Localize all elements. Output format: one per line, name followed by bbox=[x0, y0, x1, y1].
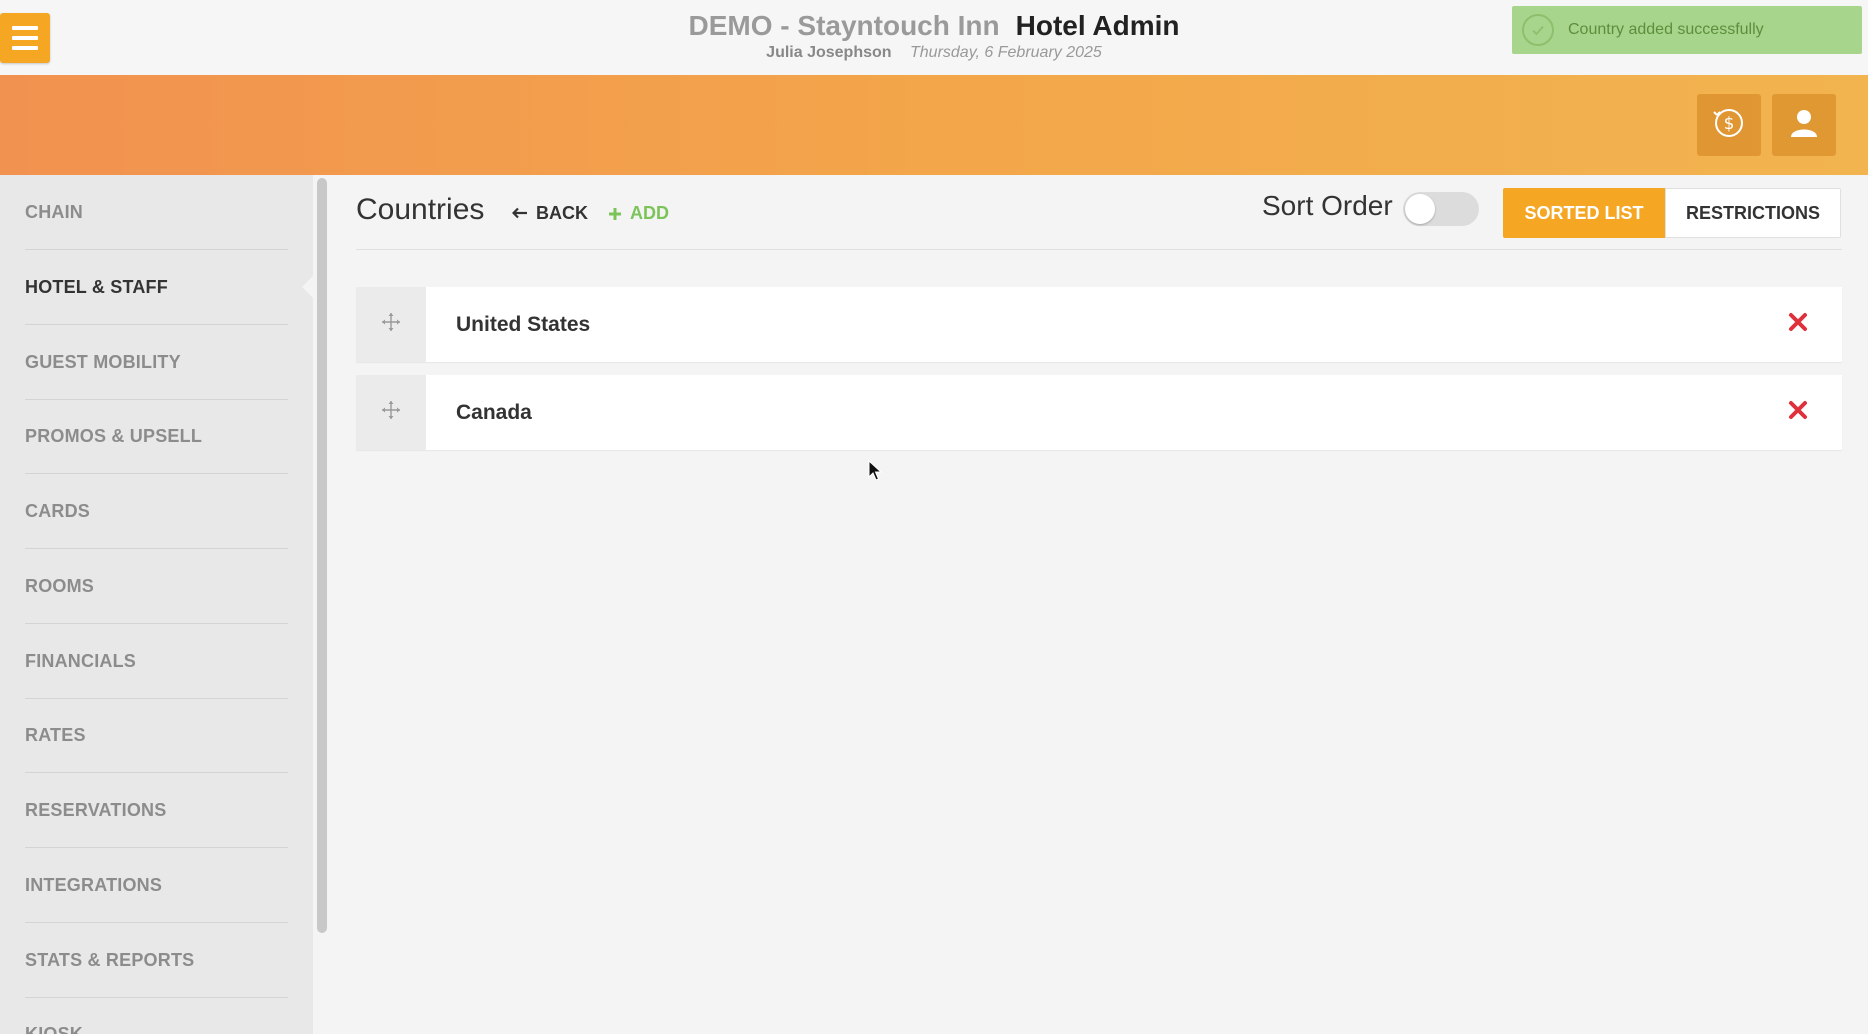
tab-restrictions[interactable]: RESTRICTIONS bbox=[1665, 188, 1841, 238]
sidebar: CHAIN HOTEL & STAFF GUEST MOBILITY PROMO… bbox=[0, 175, 313, 1034]
add-country-button[interactable]: ADD bbox=[608, 203, 669, 224]
add-label: ADD bbox=[630, 203, 669, 223]
sidebar-item-rooms[interactable]: ROOMS bbox=[25, 549, 288, 624]
country-row: United States bbox=[356, 287, 1842, 362]
user-name: Julia Josephson bbox=[766, 44, 892, 61]
sidebar-scrollbar-thumb[interactable] bbox=[317, 178, 327, 933]
sidebar-item-label: CHAIN bbox=[25, 201, 83, 222]
sidebar-item-rates[interactable]: RATES bbox=[25, 698, 288, 773]
main-content: Countries BACK ADD Sort Order SORTED LIS… bbox=[330, 175, 1868, 1034]
country-name: Canada bbox=[456, 400, 532, 424]
app-title: Hotel Admin bbox=[1015, 10, 1180, 41]
active-item-pointer bbox=[302, 276, 313, 298]
sidebar-item-label: RATES bbox=[25, 724, 86, 745]
svg-text:$: $ bbox=[1724, 114, 1735, 134]
hotel-name: DEMO - Stayntouch Inn bbox=[688, 10, 1000, 41]
back-button[interactable]: BACK bbox=[511, 203, 588, 224]
plus-icon bbox=[608, 205, 622, 223]
toast-message: Country added successfully bbox=[1568, 21, 1764, 38]
sidebar-item-integrations[interactable]: INTEGRATIONS bbox=[25, 848, 288, 923]
close-icon bbox=[1788, 400, 1808, 425]
sidebar-item-kiosk[interactable]: KIOSK bbox=[25, 997, 288, 1034]
mouse-cursor-icon bbox=[868, 459, 883, 487]
currency-button[interactable]: $ bbox=[1697, 94, 1761, 156]
check-circle-icon bbox=[1522, 14, 1554, 46]
sort-order-toggle[interactable] bbox=[1403, 192, 1479, 226]
success-toast: Country added successfully bbox=[1512, 6, 1862, 54]
sidebar-item-guest-mobility[interactable]: GUEST MOBILITY bbox=[25, 325, 288, 400]
drag-handle[interactable] bbox=[356, 287, 426, 362]
tab-sorted-list[interactable]: SORTED LIST bbox=[1503, 188, 1665, 238]
user-profile-button[interactable] bbox=[1772, 94, 1836, 156]
sidebar-item-label: FINANCIALS bbox=[25, 650, 136, 671]
sidebar-item-label: GUEST MOBILITY bbox=[25, 351, 181, 372]
close-icon bbox=[1788, 312, 1808, 337]
sidebar-item-label: STATS & REPORTS bbox=[25, 949, 195, 970]
move-icon bbox=[381, 400, 401, 425]
sidebar-item-label: HOTEL & STAFF bbox=[25, 276, 168, 297]
sidebar-item-financials[interactable]: FINANCIALS bbox=[25, 624, 288, 699]
current-date: Thursday, 6 February 2025 bbox=[910, 44, 1102, 61]
toggle-knob bbox=[1405, 194, 1435, 224]
arrow-left-icon bbox=[511, 203, 528, 224]
sidebar-item-label: PROMOS & UPSELL bbox=[25, 425, 203, 446]
currency-icon: $ bbox=[1712, 106, 1746, 145]
country-row: Canada bbox=[356, 375, 1842, 450]
sort-order-label: Sort Order bbox=[1262, 190, 1393, 221]
user-icon bbox=[1789, 107, 1819, 144]
top-header: DEMO - Stayntouch Inn Hotel Admin Julia J… bbox=[0, 0, 1868, 75]
sidebar-item-label: RESERVATIONS bbox=[25, 799, 167, 820]
country-name: United States bbox=[456, 312, 591, 336]
sidebar-item-label: ROOMS bbox=[25, 575, 95, 596]
delete-button[interactable] bbox=[1784, 310, 1812, 338]
delete-button[interactable] bbox=[1784, 398, 1812, 426]
sidebar-item-label: CARDS bbox=[25, 500, 91, 521]
sidebar-item-promos-upsell[interactable]: PROMOS & UPSELL bbox=[25, 399, 288, 474]
sidebar-item-reservations[interactable]: RESERVATIONS bbox=[25, 773, 288, 848]
header-divider bbox=[356, 249, 1842, 250]
sidebar-item-label: INTEGRATIONS bbox=[25, 874, 163, 895]
orange-banner: $ bbox=[0, 75, 1868, 175]
move-icon bbox=[381, 312, 401, 337]
page-title: Countries bbox=[356, 193, 485, 226]
drag-handle[interactable] bbox=[356, 375, 426, 450]
sidebar-item-stats-reports[interactable]: STATS & REPORTS bbox=[25, 923, 288, 998]
sidebar-item-cards[interactable]: CARDS bbox=[25, 474, 288, 549]
sidebar-item-label: KIOSK bbox=[25, 1023, 84, 1034]
back-label: BACK bbox=[536, 203, 588, 223]
sidebar-item-chain[interactable]: CHAIN bbox=[25, 175, 288, 250]
sidebar-item-hotel-staff[interactable]: HOTEL & STAFF bbox=[25, 250, 288, 325]
